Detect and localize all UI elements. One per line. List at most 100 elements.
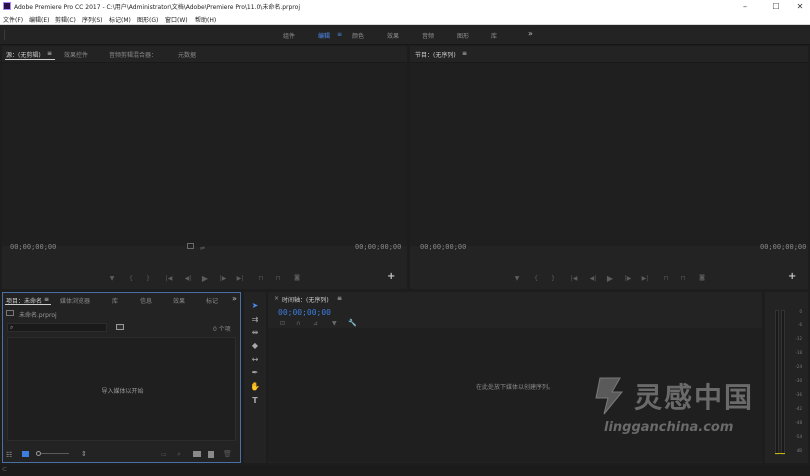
workspace-menu-icon[interactable]: ≡ <box>337 31 342 38</box>
go-to-out-icon[interactable]: ▶| <box>235 275 245 282</box>
pen-tool-icon[interactable]: ✒ <box>250 368 260 378</box>
step-forward-icon[interactable]: |▶ <box>218 275 228 282</box>
type-tool-icon[interactable]: T <box>250 396 260 406</box>
workspace-graphics[interactable]: 图形 <box>457 31 469 40</box>
tab-audio-clip-mixer[interactable]: 音频剪辑混合器： <box>109 50 157 59</box>
menu-edit[interactable]: 编辑(E) <box>29 15 49 24</box>
tab-metadata[interactable]: 元数据 <box>178 50 196 59</box>
go-to-in-icon[interactable]: |◀ <box>164 275 174 282</box>
icon-view-icon[interactable] <box>22 451 29 457</box>
add-button[interactable]: + <box>387 271 395 282</box>
project-tabs-overflow-button[interactable]: » <box>232 294 237 303</box>
lift-icon[interactable]: ⊓ <box>661 275 671 282</box>
meter-tick: 0 <box>799 309 802 314</box>
new-item-icon[interactable] <box>208 451 214 458</box>
ripple-edit-tool-icon[interactable]: ⇹ <box>250 328 260 338</box>
add-button[interactable]: + <box>788 271 796 282</box>
menu-sequence[interactable]: 序列(S) <box>82 15 103 24</box>
tools-panel: ➤ ⇉ ⇹ ◆ ↔ ✒ ✋ T <box>244 292 266 463</box>
new-search-bin-icon[interactable] <box>116 324 124 330</box>
tab-source[interactable]: 源：(无剪辑) <box>6 50 41 59</box>
menu-marker[interactable]: 标记(M) <box>109 15 131 24</box>
watermark-title: 灵感中国 <box>634 381 755 414</box>
zoom-slider-track[interactable] <box>41 453 69 454</box>
menu-help[interactable]: 帮助(H) <box>195 15 216 24</box>
menu-bar: 文件(F) 编辑(E) 剪辑(C) 序列(S) 标记(M) 图形(G) 窗口(W… <box>0 13 810 25</box>
nest-icon[interactable]: ⊡ <box>280 320 285 327</box>
watermark-logo <box>595 377 624 415</box>
timeline-settings-icon[interactable]: 🔧 <box>348 319 357 327</box>
project-search-input[interactable]: ⌕ <box>7 323 107 332</box>
slip-tool-icon[interactable]: ↔ <box>250 355 260 365</box>
source-viewer[interactable] <box>2 63 407 246</box>
add-marker-icon[interactable]: ▼ <box>332 320 337 327</box>
timeline-timecode[interactable]: 00;00;00;00 <box>278 308 331 317</box>
add-marker-icon[interactable]: ▼ <box>512 275 522 282</box>
close-window-button[interactable]: ✕ <box>786 0 810 13</box>
project-bin-area[interactable]: 导入媒体以开始 <box>7 337 236 441</box>
workspace-overflow-button[interactable]: » <box>528 29 533 38</box>
tab-libraries[interactable]: 库 <box>112 296 118 305</box>
workspace-color[interactable]: 颜色 <box>352 31 364 40</box>
project-panel: 项目：未命名 ≡ 媒体浏览器 库 信息 效果 标记 » 未命名.prproj ⌕… <box>2 292 241 463</box>
sort-icon[interactable]: ⇕ <box>81 450 87 458</box>
step-back-icon[interactable]: ◀| <box>183 275 193 282</box>
new-bin-icon[interactable] <box>193 451 201 457</box>
tab-effect-controls[interactable]: 效果控件 <box>64 50 88 59</box>
program-playhead-timecode[interactable]: 00;00;00;00 <box>420 243 466 251</box>
close-timeline-icon[interactable]: × <box>274 295 279 302</box>
mark-in-icon[interactable]: { <box>531 275 541 282</box>
go-to-out-icon[interactable]: ▶| <box>640 275 650 282</box>
source-playhead-timecode[interactable]: 00;00;00;00 <box>10 243 56 251</box>
trash-icon[interactable]: 🗑 <box>223 450 232 458</box>
source-panel-menu-icon[interactable]: ≡ <box>47 50 52 57</box>
overwrite-icon[interactable]: ⊓ <box>273 275 283 282</box>
timeline-panel-menu-icon[interactable]: ≡ <box>337 295 342 302</box>
play-icon[interactable]: ▶ <box>200 274 210 283</box>
selection-tool-icon[interactable]: ➤ <box>250 301 260 311</box>
linked-selection-icon[interactable]: ⊿ <box>313 320 318 327</box>
mark-out-icon[interactable]: } <box>143 275 153 282</box>
find-icon[interactable]: ⌕ <box>177 450 181 459</box>
menu-file[interactable]: 文件(F) <box>3 15 23 24</box>
add-marker-icon[interactable]: ▼ <box>107 275 117 282</box>
step-back-icon[interactable]: ◀| <box>588 275 598 282</box>
project-panel-menu-icon[interactable]: ≡ <box>44 296 49 303</box>
tab-effects[interactable]: 效果 <box>173 296 185 305</box>
snap-icon[interactable]: ∩ <box>296 320 300 327</box>
extract-icon[interactable]: ⊓ <box>678 275 688 282</box>
minimize-button[interactable]: – <box>731 0 759 13</box>
step-forward-icon[interactable]: |▶ <box>623 275 633 282</box>
menu-clip[interactable]: 剪辑(C) <box>55 15 76 24</box>
play-icon[interactable]: ▶ <box>605 274 615 283</box>
workspace-editing[interactable]: 编辑 <box>318 31 330 40</box>
list-view-icon[interactable]: ☷ <box>6 451 12 459</box>
tab-media-browser[interactable]: 媒体浏览器 <box>60 296 90 305</box>
hand-tool-icon[interactable]: ✋ <box>250 382 260 392</box>
workspace-audio[interactable]: 音频 <box>422 31 434 40</box>
drag-video-only-icon[interactable] <box>187 243 194 249</box>
automate-to-sequence-icon[interactable]: ▭ <box>161 451 167 458</box>
mark-in-icon[interactable]: { <box>126 275 136 282</box>
insert-icon[interactable]: ⊓ <box>256 275 266 282</box>
export-frame-icon[interactable]: ◙ <box>697 274 707 281</box>
tab-markers[interactable]: 标记 <box>206 296 218 305</box>
timeline-title[interactable]: 时间轴：(无序列) <box>282 295 329 304</box>
go-to-in-icon[interactable]: |◀ <box>569 275 579 282</box>
program-viewer[interactable] <box>410 63 808 246</box>
export-frame-icon[interactable]: ◙ <box>292 274 302 281</box>
workspace-effects[interactable]: 效果 <box>387 31 399 40</box>
workspace-bar: 组件 编辑 ≡ 颜色 效果 音频 图形 库 » <box>0 25 810 45</box>
drag-audio-only-icon[interactable]: ⇌ <box>200 245 205 252</box>
program-panel-menu-icon[interactable]: ≡ <box>462 50 467 57</box>
premiere-app-icon <box>3 2 11 10</box>
workspace-assembly[interactable]: 组件 <box>283 31 295 40</box>
mark-out-icon[interactable]: } <box>548 275 558 282</box>
razor-tool-icon[interactable]: ◆ <box>250 341 260 351</box>
tab-info[interactable]: 信息 <box>140 296 152 305</box>
tab-program[interactable]: 节目：(无序列) <box>415 50 456 59</box>
track-select-tool-icon[interactable]: ⇉ <box>250 315 260 325</box>
menu-window[interactable]: 窗口(W) <box>165 15 188 24</box>
workspace-libraries[interactable]: 库 <box>491 31 497 40</box>
menu-graphics[interactable]: 图形(G) <box>137 15 158 24</box>
